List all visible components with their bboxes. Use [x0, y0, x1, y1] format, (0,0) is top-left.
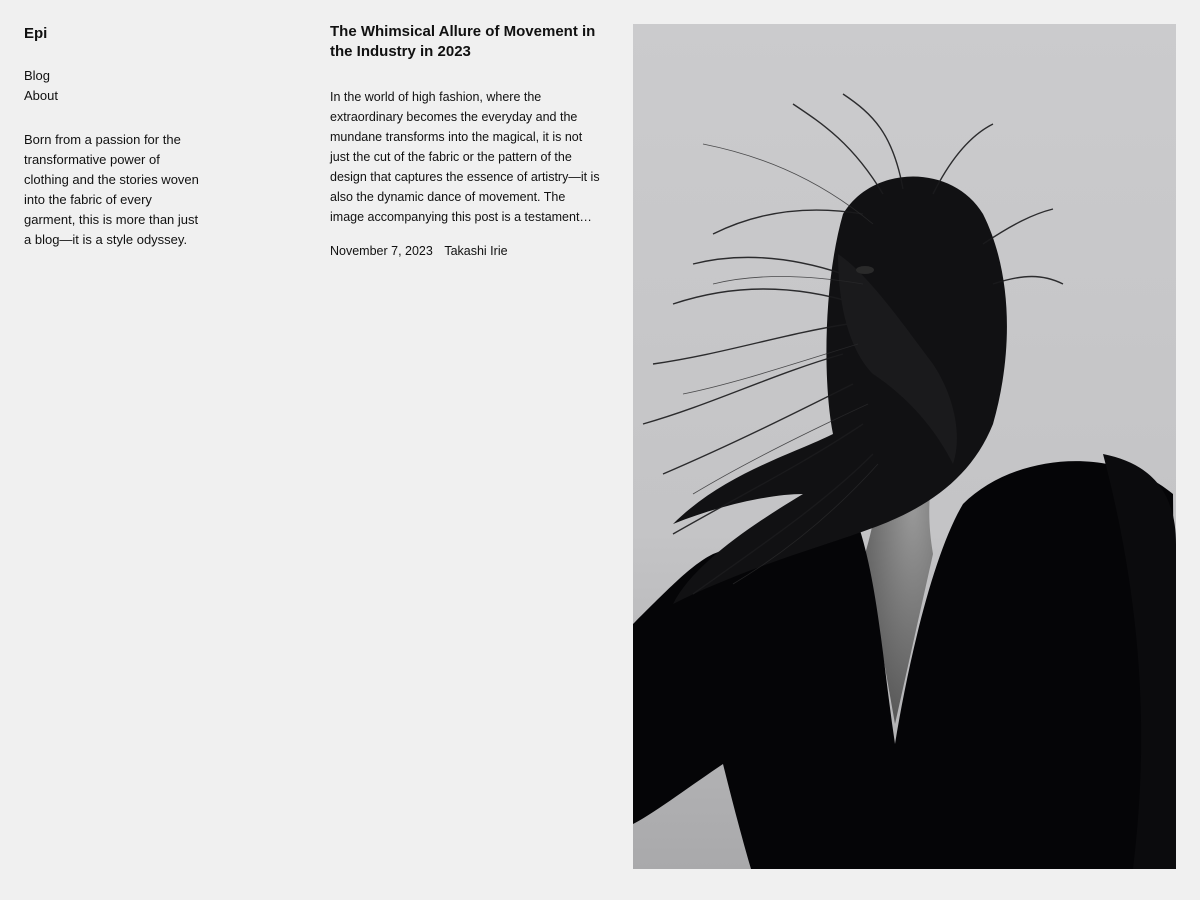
- site-sidebar: Epi Blog About Born from a passion for t…: [24, 22, 214, 263]
- post-date-link[interactable]: November 7, 2023: [330, 244, 433, 258]
- site-tagline: Born from a passion for the transformati…: [24, 132, 199, 247]
- featured-image-link[interactable]: [633, 24, 1176, 869]
- nav-item-blog[interactable]: Blog: [24, 66, 214, 86]
- post-excerpt: In the world of high fashion, where the …: [330, 90, 600, 224]
- post-meta: November 7, 2023 Takashi Irie: [330, 241, 602, 261]
- featured-image: [633, 24, 1176, 869]
- main-nav: Blog About: [24, 66, 214, 106]
- post-card: The Whimsical Allure of Movement in the …: [330, 22, 602, 261]
- page: Epi Blog About Born from a passion for t…: [0, 0, 1200, 900]
- site-title-link[interactable]: Epi: [24, 22, 214, 46]
- nav-item-about[interactable]: About: [24, 86, 214, 106]
- post-author-link[interactable]: Takashi Irie: [444, 244, 507, 258]
- post-title-link[interactable]: The Whimsical Allure of Movement in the …: [330, 22, 602, 62]
